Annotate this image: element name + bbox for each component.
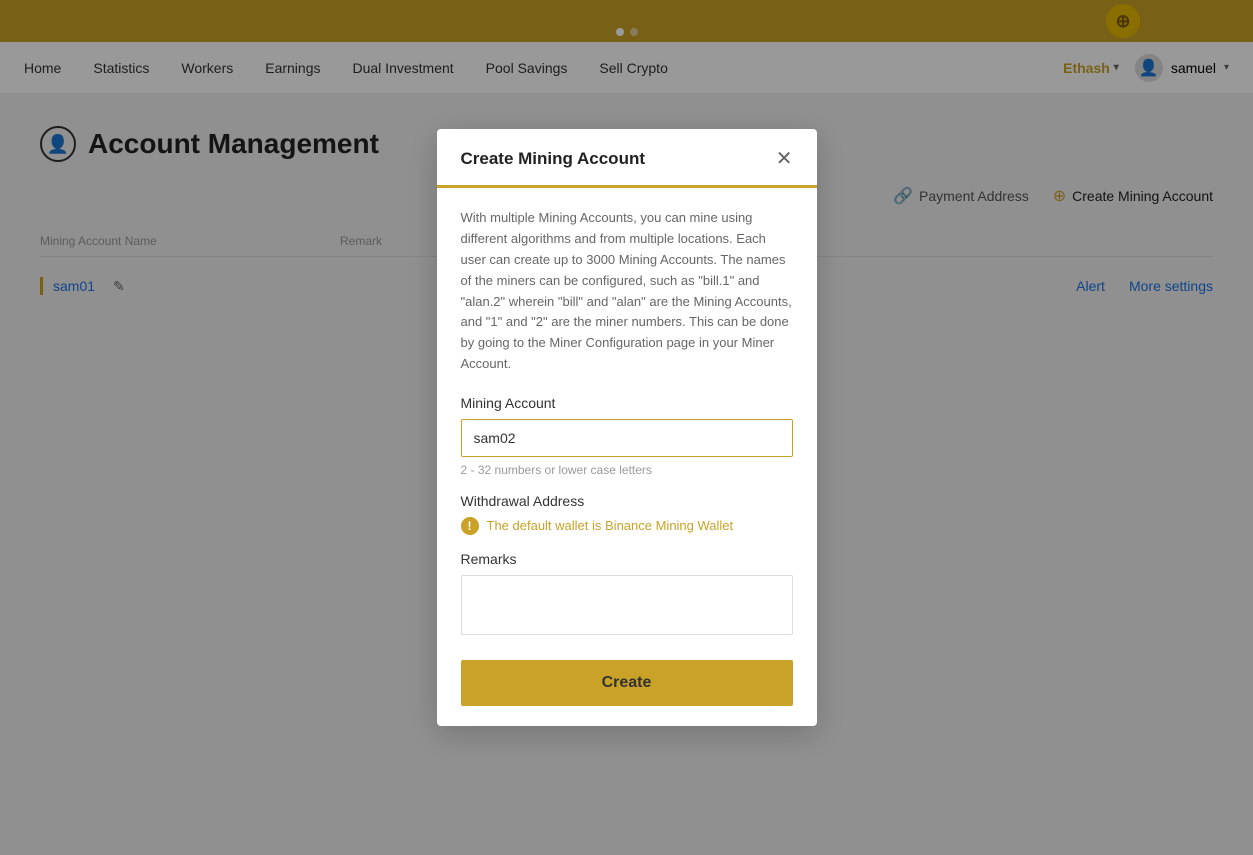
modal-title: Create Mining Account xyxy=(461,149,646,169)
modal-header: Create Mining Account ✕ xyxy=(437,129,817,188)
withdrawal-warning-text: The default wallet is Binance Mining Wal… xyxy=(487,518,734,533)
warning-icon: ! xyxy=(461,517,479,535)
withdrawal-address-label: Withdrawal Address xyxy=(461,493,793,509)
mining-account-hint: 2 - 32 numbers or lower case letters xyxy=(461,463,793,477)
create-button[interactable]: Create xyxy=(461,660,793,706)
remarks-input[interactable] xyxy=(461,575,793,635)
withdrawal-warning: ! The default wallet is Binance Mining W… xyxy=(461,517,793,535)
modal-body: With multiple Mining Accounts, you can m… xyxy=(437,188,817,725)
create-mining-account-modal: Create Mining Account ✕ With multiple Mi… xyxy=(437,129,817,725)
modal-info-text: With multiple Mining Accounts, you can m… xyxy=(461,208,793,374)
mining-account-label: Mining Account xyxy=(461,395,793,411)
remarks-label: Remarks xyxy=(461,551,793,567)
mining-account-input[interactable] xyxy=(461,419,793,457)
modal-overlay: Create Mining Account ✕ With multiple Mi… xyxy=(0,0,1253,855)
modal-close-button[interactable]: ✕ xyxy=(776,149,793,169)
